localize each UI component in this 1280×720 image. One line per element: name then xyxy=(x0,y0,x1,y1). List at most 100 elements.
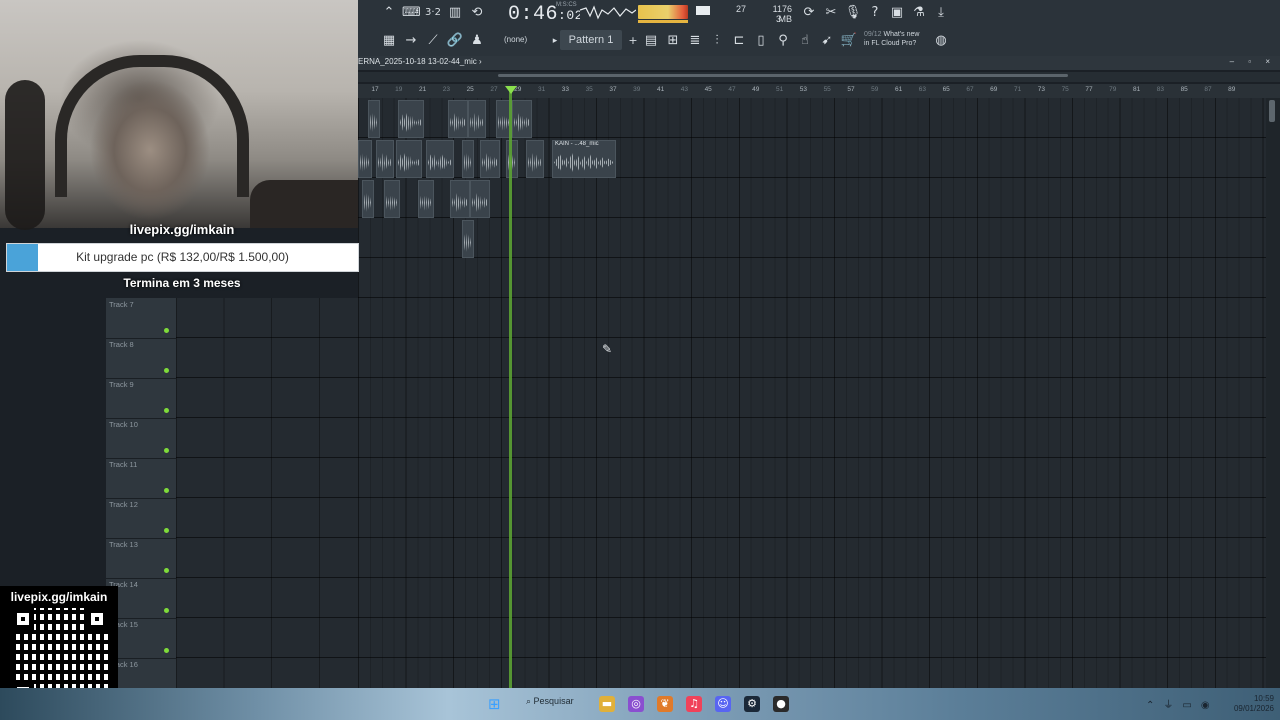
fl-cloud-news[interactable]: 09/12 What's new in FL Cloud Pro? xyxy=(864,30,919,48)
link-icon[interactable]: 🔗 xyxy=(446,32,464,50)
channel-rack-icon[interactable]: ⊞ xyxy=(664,32,682,50)
audio-clip[interactable] xyxy=(462,140,474,178)
audio-clip-kain-mic[interactable]: KAIN - ...48_mic xyxy=(552,140,616,178)
project-icon[interactable]: ▯ xyxy=(752,32,770,50)
track-header[interactable]: Track 10 xyxy=(106,418,176,459)
playlist-track-area-left[interactable] xyxy=(176,298,358,688)
audio-clip[interactable] xyxy=(396,140,422,178)
pattern-selector-none[interactable]: (none) xyxy=(504,35,527,44)
track-header[interactable]: Track 9 xyxy=(106,378,176,419)
touch-icon[interactable]: ☝ xyxy=(796,32,814,50)
audio-clip[interactable] xyxy=(368,100,380,138)
playlist-icon[interactable]: ▤ xyxy=(642,32,660,50)
metronome-icon[interactable]: ⌃ xyxy=(380,4,398,22)
download-icon[interactable]: ⤓ xyxy=(932,4,950,22)
audio-clip[interactable] xyxy=(376,140,394,178)
audio-clip[interactable] xyxy=(426,140,454,178)
audio-clip[interactable] xyxy=(358,140,372,178)
horizontal-scrollbar[interactable] xyxy=(358,72,1280,82)
ruler-tick-label: 55 xyxy=(823,86,831,93)
timeline-ruler[interactable]: 17 19 21 23 25 27 29 31 33 35 37 39 41 43 45 47 49 51 53 55… xyxy=(358,84,1280,98)
tools-icon[interactable]: ✂ xyxy=(822,4,840,22)
file-explorer-icon[interactable]: ▬ xyxy=(599,696,615,712)
playhead-marker[interactable] xyxy=(505,86,517,94)
mixer-icon[interactable]: ⫶ xyxy=(708,32,726,50)
obs-icon[interactable]: ● xyxy=(773,696,789,712)
refresh-icon[interactable]: ⟳ xyxy=(800,4,818,22)
audio-clip[interactable] xyxy=(470,180,490,218)
pattern-selector[interactable]: Pattern 1 xyxy=(560,30,622,50)
plugin-picker-icon[interactable]: ⚲ xyxy=(774,32,792,50)
track-mute-led[interactable] xyxy=(164,328,169,333)
audio-clip[interactable] xyxy=(448,100,468,138)
audio-clip[interactable] xyxy=(450,180,470,218)
globe-icon[interactable]: ◍ xyxy=(932,32,950,50)
help-icon[interactable]: ? xyxy=(866,4,884,22)
ruler-tick-label: 73 xyxy=(1037,86,1046,93)
track-mute-led[interactable] xyxy=(164,368,169,373)
track-header[interactable]: Track 7 xyxy=(106,298,176,339)
track-mute-led[interactable] xyxy=(164,608,169,613)
audio-clip[interactable] xyxy=(506,140,518,178)
stamp-icon[interactable]: ♟ xyxy=(468,32,486,50)
browser-icon[interactable]: ⊏ xyxy=(730,32,748,50)
audio-clip[interactable] xyxy=(462,220,474,258)
qr-finder xyxy=(86,608,108,630)
music-app-icon[interactable]: ♫ xyxy=(686,696,702,712)
track-mute-led[interactable] xyxy=(164,488,169,493)
system-tray-icons[interactable]: ⌃⏚▭◉ xyxy=(1146,696,1219,711)
tempo-tap-icon[interactable]: ➹ xyxy=(818,32,836,50)
toolbar-row-transport: ⌃ ⌨ 3·2 ▥ ⟲ 0:46:02 M:S:CS 27 1176 MB 3 … xyxy=(358,2,1280,26)
audio-clip[interactable] xyxy=(468,100,486,138)
horizontal-scroll-thumb[interactable] xyxy=(498,74,1068,77)
audio-clip[interactable] xyxy=(398,100,424,138)
store-icon[interactable]: 🛒 xyxy=(840,32,858,50)
ruler-tick-label: 49 xyxy=(752,86,760,93)
webcam-overlay xyxy=(0,0,358,230)
step-edit-icon[interactable]: ▥ xyxy=(446,4,464,22)
track-header[interactable]: Track 13 xyxy=(106,538,176,579)
brush-icon[interactable]: ⟋ xyxy=(424,32,442,50)
track-mute-led[interactable] xyxy=(164,408,169,413)
vertical-scroll-thumb[interactable] xyxy=(1269,100,1275,122)
audio-clip[interactable] xyxy=(362,180,374,218)
countdown-icon[interactable]: 3·2 xyxy=(424,4,442,22)
app-icon-purple[interactable]: ◎ xyxy=(628,696,644,712)
audio-clip[interactable] xyxy=(526,140,544,178)
playhead-line[interactable] xyxy=(509,86,512,688)
playlist-grid[interactable]: KAIN - ...48_mic xyxy=(358,98,1266,688)
save-icon[interactable]: ▣ xyxy=(888,4,906,22)
track-header[interactable]: Track 8 xyxy=(106,338,176,379)
windows-start-icon[interactable]: ⊞ xyxy=(488,696,504,712)
track-mute-led[interactable] xyxy=(164,448,169,453)
clock-time: 10:59 xyxy=(1253,694,1274,703)
taskbar-clock[interactable]: 10:59 09/01/2026 xyxy=(1224,694,1274,714)
piano-roll-icon[interactable]: ≣ xyxy=(686,32,704,50)
audio-clip[interactable] xyxy=(480,140,500,178)
track-mute-led[interactable] xyxy=(164,528,169,533)
track-header[interactable]: Track 11 xyxy=(106,458,176,499)
ruler-tick-label: 69 xyxy=(990,86,998,93)
piano-icon[interactable]: ▦ xyxy=(380,32,398,50)
add-pattern-icon[interactable]: + xyxy=(624,32,642,50)
track-name: Track 12 xyxy=(109,500,138,509)
ruler-tick-label: 57 xyxy=(847,86,855,93)
vertical-scrollbar[interactable] xyxy=(1266,98,1280,688)
plugin-icon[interactable]: ⚗ xyxy=(910,4,928,22)
loop-record-icon[interactable]: ⟲ xyxy=(468,4,486,22)
track-mute-led[interactable] xyxy=(164,648,169,653)
typing-keyboard-icon[interactable]: ⌨ xyxy=(402,4,421,22)
track-mute-led[interactable] xyxy=(164,568,169,573)
audio-clip[interactable] xyxy=(512,100,532,138)
steam-icon[interactable]: ⚙ xyxy=(744,696,760,712)
qr-finder xyxy=(12,608,34,630)
track-header[interactable]: Track 12 xyxy=(106,498,176,539)
audio-clip[interactable] xyxy=(418,180,434,218)
arrow-right-icon[interactable]: → xyxy=(402,32,420,50)
discord-icon[interactable]: ☺ xyxy=(715,696,731,712)
window-controls[interactable]: – ▫ × xyxy=(1230,57,1276,66)
taskbar-search[interactable]: ⌕ Pesquisar xyxy=(526,696,574,707)
microphone-icon[interactable]: 🎙 xyxy=(844,4,862,22)
fl-studio-taskbar-icon[interactable]: ❦ xyxy=(657,696,673,712)
audio-clip[interactable] xyxy=(384,180,400,218)
